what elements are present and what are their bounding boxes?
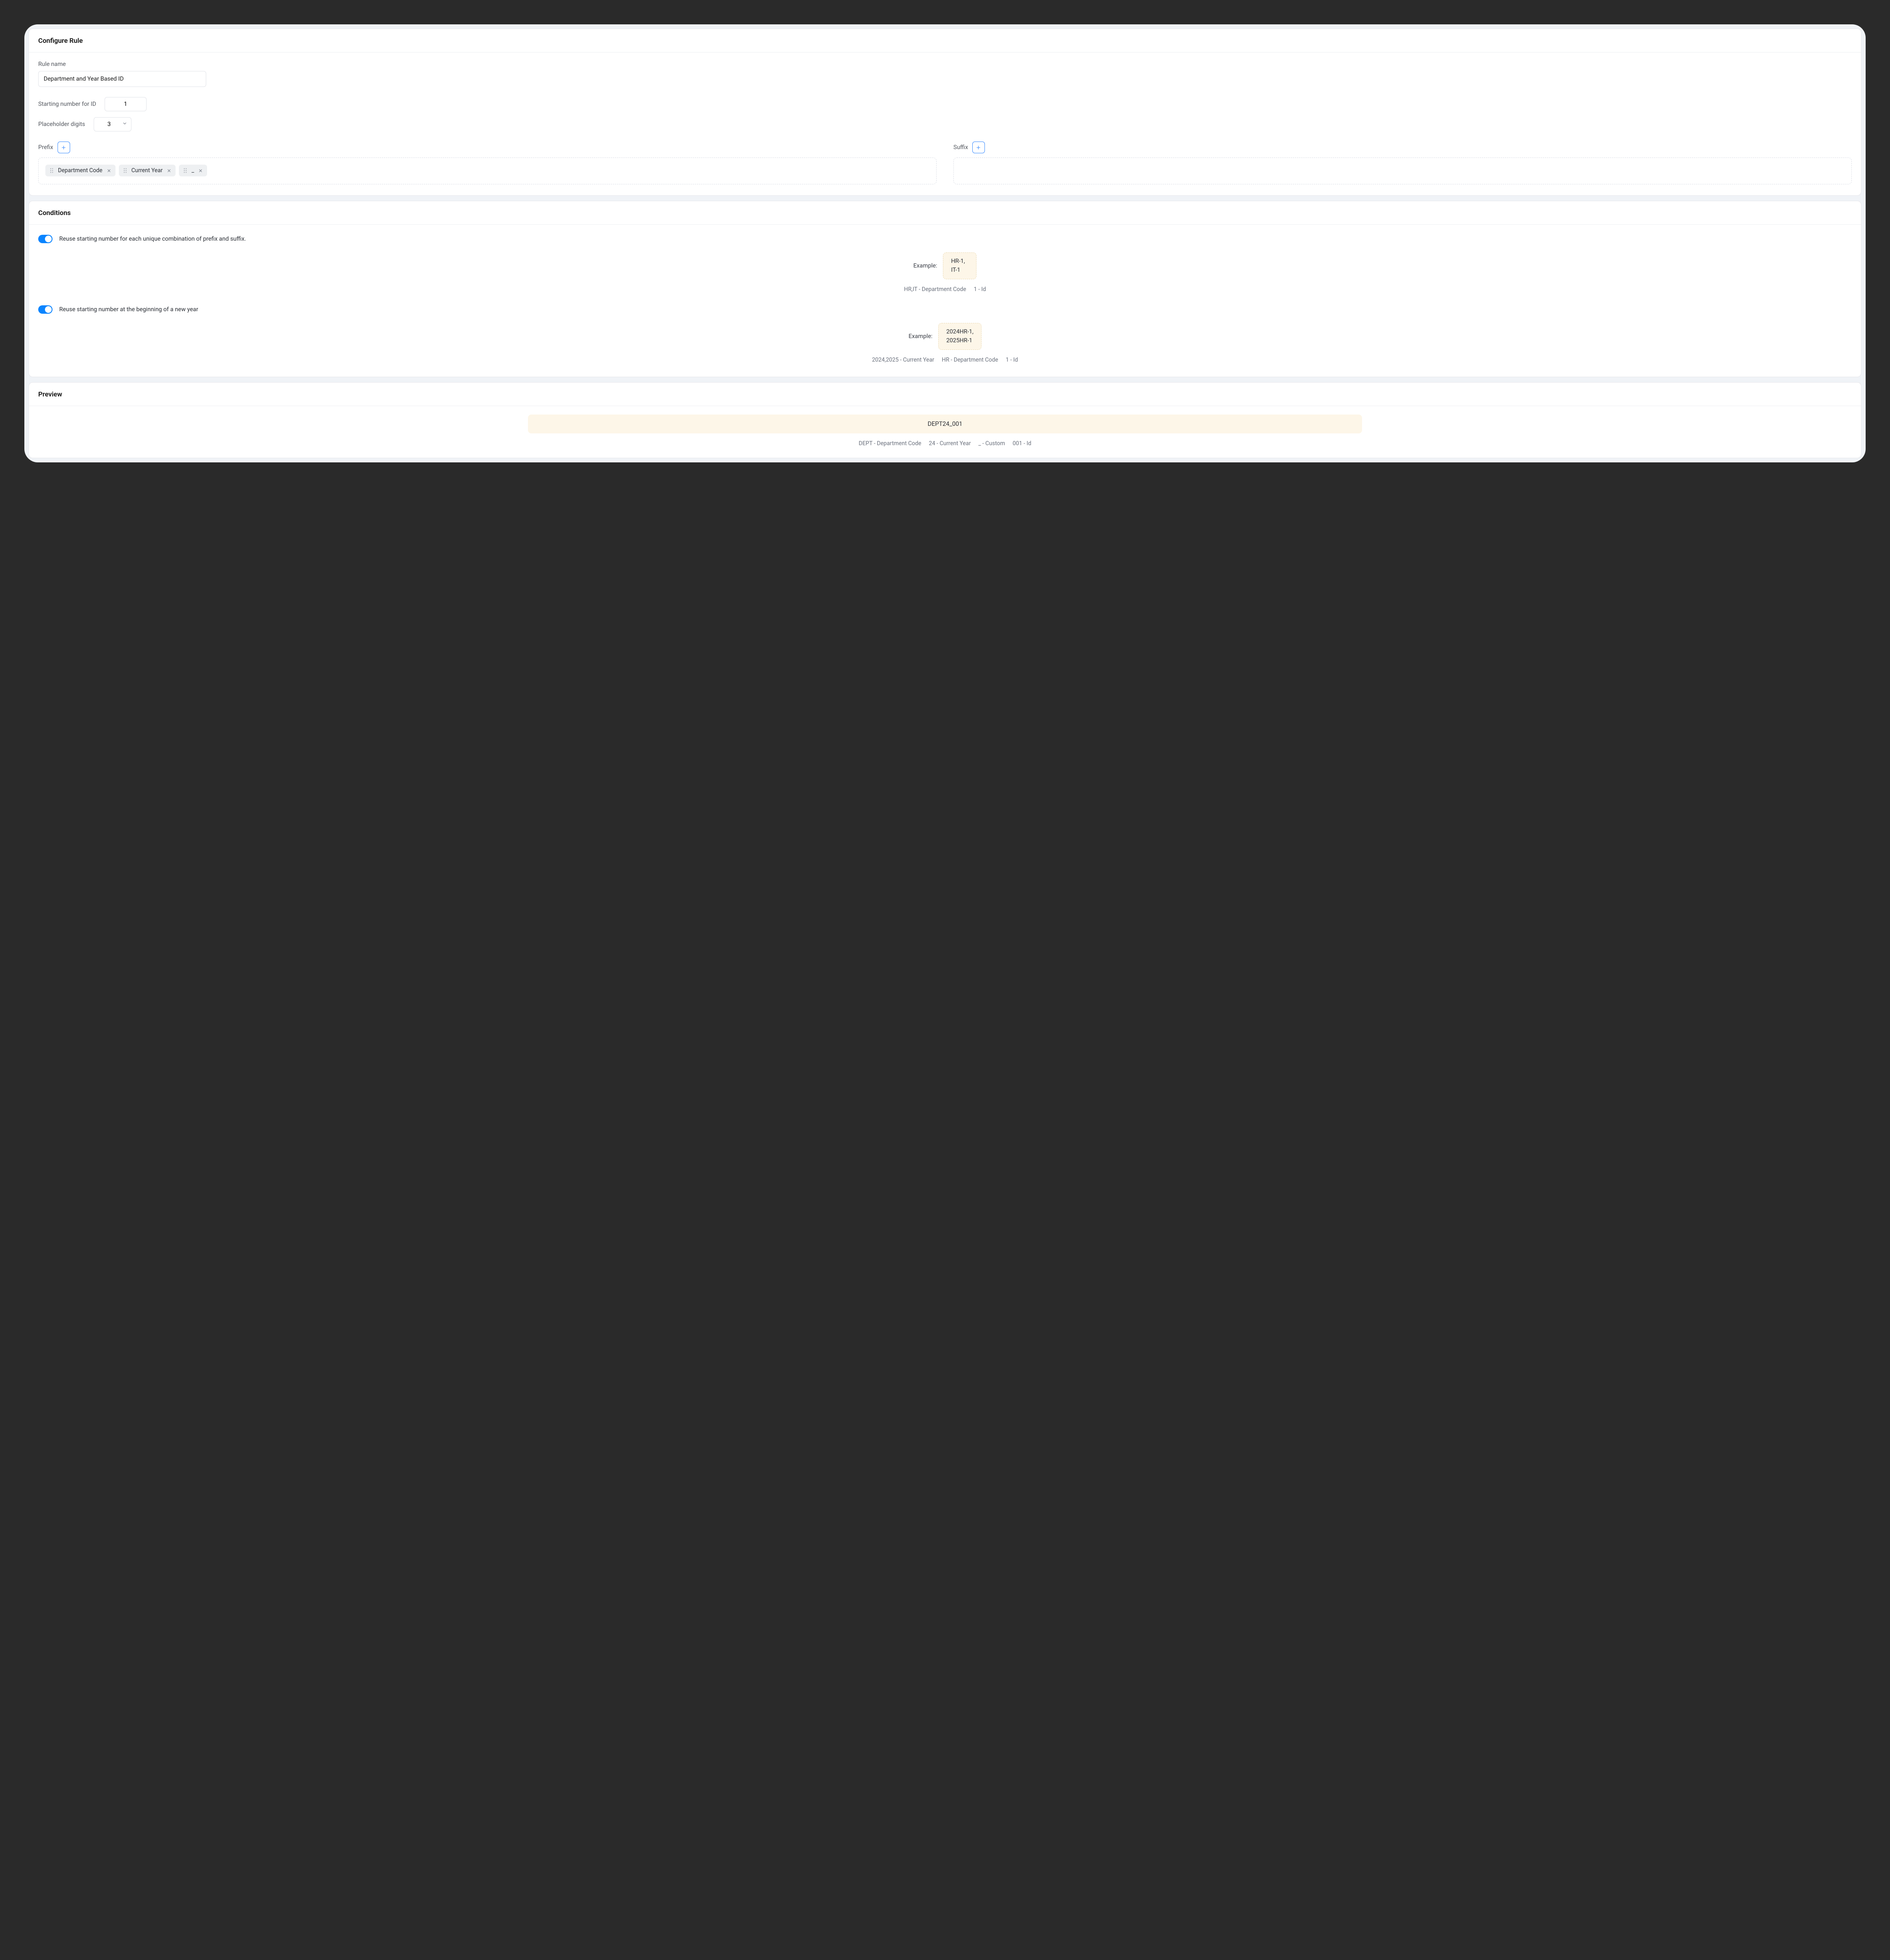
legend-item: 2024,2025 - Current Year xyxy=(872,357,934,363)
condition-reuse-combo-label: Reuse starting number for each unique co… xyxy=(59,236,246,242)
preview-value: DEPT24_001 xyxy=(528,415,1362,433)
condition-reuse-combo: Reuse starting number for each unique co… xyxy=(38,235,1852,293)
condition-reuse-year: Reuse starting number at the beginning o… xyxy=(38,305,1852,363)
example-line: 2024HR-1, xyxy=(946,328,974,336)
add-prefix-button[interactable] xyxy=(58,142,70,153)
example-line: IT-1 xyxy=(951,266,969,275)
legend-item: 001 - Id xyxy=(1013,440,1031,447)
toggle-knob xyxy=(45,236,52,242)
token-label: _ xyxy=(192,167,194,174)
preview-header: Preview xyxy=(29,383,1861,406)
configure-rule-card: Configure Rule Rule name Starting number… xyxy=(29,29,1861,196)
token[interactable]: Department Code xyxy=(45,165,116,176)
token-remove-button[interactable] xyxy=(167,168,171,173)
suffix-token-area[interactable] xyxy=(953,157,1852,184)
add-suffix-button[interactable] xyxy=(972,142,985,153)
token-remove-button[interactable] xyxy=(107,168,111,173)
placeholder-digits-select[interactable] xyxy=(94,117,131,131)
toggle-reuse-combo[interactable] xyxy=(38,235,52,243)
preview-card: Preview DEPT24_001 DEPT - Department Cod… xyxy=(29,382,1861,458)
grip-icon xyxy=(50,168,54,173)
plus-icon xyxy=(976,145,981,150)
example-line: 2025HR-1 xyxy=(946,336,974,345)
example-box-combo: HR-1,IT-1 xyxy=(943,252,976,279)
token-label: Department Code xyxy=(58,167,102,174)
token[interactable]: Current Year xyxy=(119,165,176,176)
conditions-title: Conditions xyxy=(38,209,1852,217)
legend-item: _ - Custom xyxy=(978,440,1005,447)
condition-reuse-year-label: Reuse starting number at the beginning o… xyxy=(59,306,198,313)
legend-row-preview: DEPT - Department Code 24 - Current Year _… xyxy=(38,440,1852,447)
toggle-knob xyxy=(45,306,52,313)
legend-row-combo: HR,IT - Department Code 1 - Id xyxy=(38,286,1852,293)
close-icon xyxy=(107,168,111,173)
app-frame-outer: Configure Rule Rule name Starting number… xyxy=(21,21,1869,466)
close-icon xyxy=(167,168,171,173)
legend-item: HR - Department Code xyxy=(942,357,998,363)
legend-item: DEPT - Department Code xyxy=(858,440,921,447)
legend-item: 24 - Current Year xyxy=(929,440,971,447)
conditions-header: Conditions xyxy=(29,201,1861,225)
prefix-label: Prefix xyxy=(38,144,53,151)
prefix-section: Prefix Department Code Current Year _ xyxy=(38,142,937,184)
starting-number-input[interactable] xyxy=(105,97,147,111)
rule-name-label: Rule name xyxy=(38,61,1852,68)
example-line: HR-1, xyxy=(951,257,969,266)
app-frame-inner: Configure Rule Rule name Starting number… xyxy=(24,24,1866,462)
token-label: Current Year xyxy=(131,167,163,174)
grip-icon xyxy=(183,168,187,173)
plus-icon xyxy=(61,145,66,150)
starting-number-label: Starting number for ID xyxy=(38,101,96,108)
example-label: Example: xyxy=(914,262,937,269)
suffix-section: Suffix xyxy=(953,142,1852,184)
token[interactable]: _ xyxy=(179,165,207,176)
suffix-label: Suffix xyxy=(953,144,968,151)
configure-rule-title: Configure Rule xyxy=(38,37,1852,45)
preview-title: Preview xyxy=(38,390,1852,398)
example-label: Example: xyxy=(908,333,932,340)
legend-item: 1 - Id xyxy=(974,286,986,293)
prefix-token-area[interactable]: Department Code Current Year _ xyxy=(38,157,937,184)
legend-row-year: 2024,2025 - Current Year HR - Department … xyxy=(38,357,1852,363)
placeholder-digits-label: Placeholder digits xyxy=(38,121,85,128)
legend-item: 1 - Id xyxy=(1005,357,1018,363)
toggle-reuse-year[interactable] xyxy=(38,305,52,314)
configure-rule-header: Configure Rule xyxy=(29,29,1861,52)
rule-name-input[interactable] xyxy=(38,71,206,87)
example-box-year: 2024HR-1,2025HR-1 xyxy=(938,323,982,350)
legend-item: HR,IT - Department Code xyxy=(904,286,966,293)
token-remove-button[interactable] xyxy=(198,168,203,173)
conditions-card: Conditions Reuse starting number for eac… xyxy=(29,201,1861,377)
grip-icon xyxy=(123,168,127,173)
close-icon xyxy=(198,168,203,173)
